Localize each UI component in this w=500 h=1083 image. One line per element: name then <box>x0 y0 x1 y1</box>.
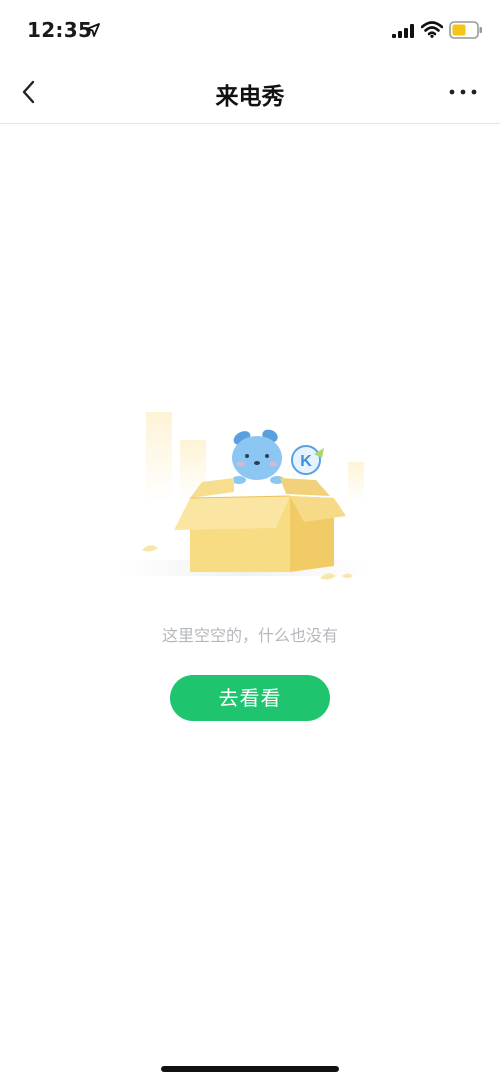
empty-box-illustration: K <box>120 412 370 580</box>
empty-state-message: 这里空空的，什么也没有 <box>161 626 338 645</box>
status-bar: 12:35 <box>0 0 500 60</box>
location-arrow-icon <box>86 23 100 37</box>
navigation-bar: 来电秀 <box>0 60 500 124</box>
more-horizontal-icon <box>449 89 477 95</box>
more-options-button[interactable] <box>442 74 486 110</box>
status-time: 12:35 <box>27 18 93 42</box>
home-indicator[interactable] <box>161 1066 339 1072</box>
wifi-icon <box>421 21 443 38</box>
cellular-signal-icon <box>392 24 414 38</box>
battery-icon <box>449 21 482 39</box>
go-look-button[interactable]: 去看看 <box>170 675 330 721</box>
k-badge-label: K <box>300 453 312 470</box>
page-title: 来电秀 <box>215 84 285 110</box>
